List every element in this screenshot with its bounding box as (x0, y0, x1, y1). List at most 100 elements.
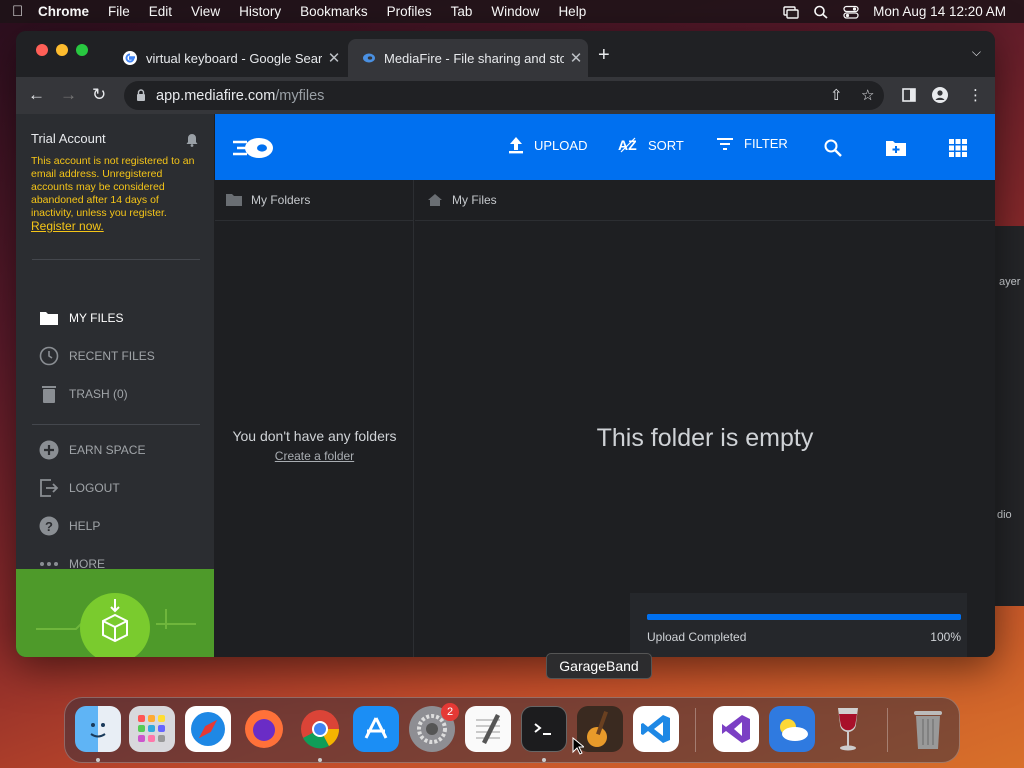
tab-title: MediaFire - File sharing and storage (384, 50, 564, 66)
side-panel-icon[interactable] (902, 88, 916, 102)
visual-studio-icon[interactable] (713, 706, 759, 752)
menu-view[interactable]: View (191, 4, 220, 19)
notice-text: This account is not registered to an ema… (31, 155, 195, 219)
sidebar-item-trash[interactable]: TRASH (0) (38, 383, 128, 405)
weather-icon[interactable] (769, 706, 815, 752)
minimize-window-button[interactable] (56, 44, 68, 56)
menu-history[interactable]: History (239, 4, 281, 19)
divider (32, 259, 200, 260)
account-type: Trial Account (31, 131, 106, 146)
folders-heading: My Folders (251, 193, 311, 207)
sidebar-item-recent-files[interactable]: RECENT FILES (38, 345, 155, 367)
grid-view-icon[interactable] (949, 139, 967, 157)
home-icon[interactable] (427, 193, 443, 207)
forward-arrow-icon[interactable]: → (60, 85, 77, 105)
menu-file[interactable]: File (108, 4, 130, 19)
screen-mirroring-icon[interactable] (783, 5, 799, 19)
more-menu-icon[interactable]: ⋮ (968, 86, 983, 104)
running-indicator (318, 758, 322, 762)
textedit-icon[interactable] (465, 706, 511, 752)
tab-google-search[interactable]: virtual keyboard - Google Search ✕ (110, 39, 346, 77)
files-heading[interactable]: My Files (452, 193, 497, 207)
menu-app-name[interactable]: Chrome (38, 4, 89, 19)
svg-text:?: ? (45, 519, 53, 534)
menu-clock[interactable]: Mon Aug 14 12:20 AM (873, 4, 1006, 19)
zoom-window-button[interactable] (76, 44, 88, 56)
chrome-icon[interactable] (297, 706, 343, 752)
terminal-icon[interactable] (521, 706, 567, 752)
running-indicator (542, 758, 546, 762)
url-path: /myfiles (275, 87, 325, 104)
close-tab-icon[interactable]: ✕ (322, 49, 346, 67)
menu-help[interactable]: Help (558, 4, 586, 19)
upload-status-panel[interactable]: Upload Completed 100% (630, 593, 967, 657)
tab-mediafire[interactable]: MediaFire - File sharing and storage ✕ (348, 39, 588, 77)
trash-icon[interactable] (905, 706, 951, 752)
browser-window: virtual keyboard - Google Search ✕ Media… (16, 31, 995, 657)
window-controls (36, 44, 88, 56)
help-icon: ? (38, 515, 60, 537)
sidebar-item-my-files[interactable]: MY FILES (38, 307, 123, 329)
sort-label: SORT (648, 137, 684, 153)
finder-icon[interactable] (75, 706, 121, 752)
filter-icon (717, 137, 733, 150)
close-tab-icon[interactable]: ✕ (564, 49, 588, 67)
new-folder-icon[interactable] (885, 139, 907, 157)
mediafire-logo-icon[interactable] (231, 136, 275, 160)
tab-title: virtual keyboard - Google Search (146, 50, 322, 66)
bookmark-star-icon[interactable]: ☆ (861, 86, 874, 104)
sidebar-item-earn-space[interactable]: EARN SPACE (38, 439, 145, 461)
menu-edit[interactable]: Edit (149, 4, 172, 19)
dock-separator (695, 708, 696, 752)
address-bar[interactable]: app.mediafire.com/myfiles (124, 81, 884, 110)
spotlight-search-icon[interactable] (813, 5, 829, 19)
filter-button[interactable]: FILTER (716, 136, 788, 151)
url-host: app.mediafire.com (156, 87, 276, 104)
wine-icon[interactable] (825, 706, 871, 752)
menu-window[interactable]: Window (491, 4, 539, 19)
menu-bookmarks[interactable]: Bookmarks (300, 4, 368, 19)
new-tab-icon[interactable]: + (598, 44, 610, 67)
upload-box-icon (80, 593, 150, 657)
trash-icon (38, 383, 60, 405)
sidebar-item-label: RECENT FILES (69, 349, 155, 363)
safari-icon[interactable] (185, 706, 231, 752)
share-icon[interactable]: ⇧ (830, 86, 843, 104)
search-icon[interactable] (824, 139, 842, 157)
menu-tab[interactable]: Tab (451, 4, 473, 19)
promo-banner[interactable] (16, 569, 214, 657)
firefox-icon[interactable] (241, 706, 287, 752)
vscode-icon[interactable] (633, 706, 679, 752)
app-store-icon[interactable] (353, 706, 399, 752)
control-center-icon[interactable] (843, 5, 859, 19)
app-header: UPLOAD AZ SORT FILTER (215, 114, 995, 180)
profile-avatar-icon[interactable] (932, 87, 948, 103)
upload-progress-bar (647, 614, 961, 620)
upload-button[interactable]: UPLOAD (508, 136, 587, 154)
no-folders-message: You don't have any folders (232, 428, 397, 444)
tab-search-chevron-icon[interactable]: ⌵ (972, 45, 981, 60)
sidebar-item-help[interactable]: ? HELP (38, 515, 100, 537)
sidebar: Trial Account This account is not regist… (16, 114, 214, 657)
back-arrow-icon[interactable]: ← (28, 85, 45, 105)
apple-icon[interactable]:  (12, 3, 38, 20)
close-window-button[interactable] (36, 44, 48, 56)
reload-icon[interactable]: ↻ (92, 85, 106, 105)
sidebar-item-label: MY FILES (69, 311, 124, 325)
menu-profiles[interactable]: Profiles (387, 4, 432, 19)
launchpad-icon[interactable] (129, 706, 175, 752)
sidebar-item-logout[interactable]: LOGOUT (38, 477, 120, 499)
create-folder-link[interactable]: Create a folder (215, 449, 414, 463)
sidebar-item-label: EARN SPACE (69, 443, 146, 457)
mouse-cursor-icon (572, 737, 584, 755)
background-app-text: dio (997, 509, 1012, 521)
lock-icon[interactable] (136, 89, 146, 101)
sidebar-item-label: TRASH (0) (69, 387, 128, 401)
sort-button[interactable]: AZ SORT (618, 136, 684, 154)
register-link[interactable]: Register now. (31, 219, 104, 233)
bell-icon[interactable] (186, 133, 198, 147)
upload-progress-fill (647, 614, 961, 620)
sidebar-item-label: HELP (69, 519, 101, 533)
background-app-window[interactable]: ayer dio (995, 226, 1024, 606)
sidebar-item-label: LOGOUT (69, 481, 120, 495)
